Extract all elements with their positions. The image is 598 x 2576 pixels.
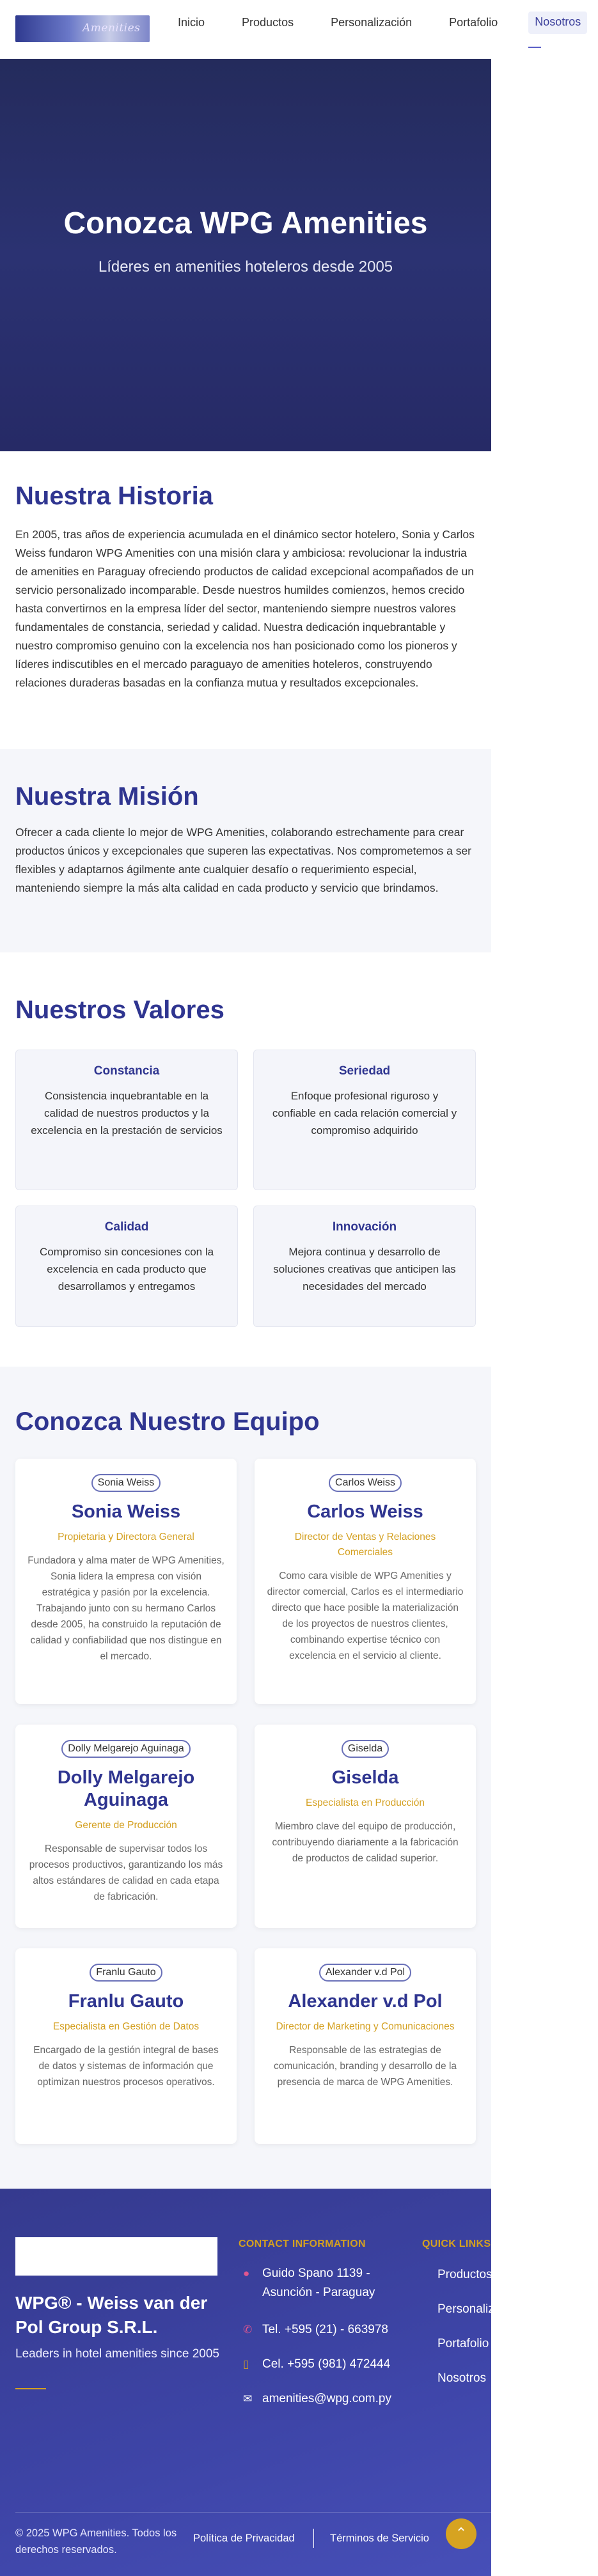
contact-heading: CONTACT INFORMATION bbox=[239, 2238, 366, 2249]
contact-mobile[interactable]: ▯ Cel. +595 (981) 472444 bbox=[243, 2355, 390, 2374]
nav-link-productos[interactable]: Productos bbox=[242, 16, 294, 29]
envelope-icon: ✉ bbox=[243, 2393, 253, 2405]
team-card: Sonia Weiss Sonia Weiss Propietaria y Di… bbox=[15, 1459, 237, 1704]
footer-accent-line bbox=[15, 2388, 46, 2389]
footer: WPG® - Weiss van der Pol Group S.R.L. Le… bbox=[0, 2189, 523, 2576]
mission-title: Nuestra Misión bbox=[15, 782, 199, 811]
nav-links: Inicio Productos Personalización Portafo… bbox=[178, 0, 598, 48]
team-member-role: Propietaria y Directora General bbox=[58, 1532, 194, 1542]
values-section: Nuestros Valores Constancia Consistencia… bbox=[0, 952, 491, 1367]
footer-logo[interactable] bbox=[15, 2237, 217, 2276]
page: Amenities Inicio Productos Personalizaci… bbox=[0, 0, 598, 2576]
team-member-name: Sonia Weiss bbox=[71, 1501, 181, 1522]
contact-phone-text: Tel. +595 (21) - 663978 bbox=[262, 2323, 388, 2336]
team-member-bio: Encargado de la gestión integral de base… bbox=[33, 2045, 219, 2088]
team-card: Alexander v.d Pol Alexander v.d Pol Dire… bbox=[255, 1948, 476, 2144]
team-member-role: Director de Marketing y Comunicaciones bbox=[276, 2021, 455, 2032]
team-photo: Giselda bbox=[341, 1740, 389, 1758]
value-card-title: Constancia bbox=[93, 1064, 160, 1078]
value-card-title: Calidad bbox=[104, 1220, 149, 1234]
team-member-role: Especialista en Producción bbox=[305, 1797, 425, 1808]
team-photo: Alexander v.d Pol bbox=[319, 1964, 412, 1982]
team-member-role: Gerente de Producción bbox=[75, 1820, 177, 1831]
chevron-up-icon: ⌃ bbox=[455, 2525, 468, 2541]
contact-phone[interactable]: ✆ Tel. +595 (21) - 663978 bbox=[243, 2320, 388, 2339]
value-card-seriedad: Seriedad Enfoque profesional riguroso y … bbox=[253, 1050, 476, 1190]
team-card: Giselda Giselda Especialista en Producci… bbox=[255, 1725, 476, 1928]
team-member-bio: Como cara visible de WPG Amenities y dir… bbox=[267, 1571, 464, 1661]
team-section: Conozca Nuestro Equipo Sonia Weiss Sonia… bbox=[0, 1367, 491, 2189]
team-card: Dolly Melgarejo Aguinaga Dolly Melgarejo… bbox=[15, 1725, 237, 1928]
values-title: Nuestros Valores bbox=[15, 996, 224, 1024]
team-member-bio: Responsable de supervisar todos los proc… bbox=[29, 1843, 223, 1902]
value-card-text: Enfoque profesional riguroso y confiable… bbox=[272, 1090, 457, 1137]
team-member-name: Dolly Melgarejo Aguinaga bbox=[57, 1767, 195, 1810]
contact-email-text: amenities@wpg.com.py bbox=[262, 2392, 391, 2405]
footer-link-separator bbox=[313, 2529, 314, 2548]
team-member-bio: Miembro clave del equipo de producción, … bbox=[272, 1821, 459, 1864]
phone-icon: ✆ bbox=[243, 2324, 253, 2336]
value-card-innovacion: Innovación Mejora continua y desarrollo … bbox=[253, 1206, 476, 1327]
copyright: © 2025 WPG Amenities. Todos los derechos… bbox=[15, 2527, 177, 2556]
contact-email[interactable]: ✉ amenities@wpg.com.py bbox=[243, 2389, 391, 2409]
value-card-title: Innovación bbox=[332, 1220, 397, 1234]
value-card-text: Consistencia inquebrantable en la calida… bbox=[31, 1090, 223, 1137]
top-navbar: Amenities Inicio Productos Personalizaci… bbox=[0, 0, 598, 59]
team-member-bio: Responsable de las estrategias de comuni… bbox=[273, 2045, 457, 2088]
team-photo: Dolly Melgarejo Aguinaga bbox=[61, 1740, 191, 1758]
value-card-calidad: Calidad Compromiso sin concesiones con l… bbox=[15, 1206, 238, 1327]
team-member-bio: Fundadora y alma mater de WPG Amenities,… bbox=[28, 1555, 224, 1662]
mission-text: Ofrecer a cada cliente lo mejor de WPG A… bbox=[15, 826, 472, 894]
nav-link-inicio[interactable]: Inicio bbox=[178, 16, 205, 29]
team-member-role: Especialista en Gestión de Datos bbox=[52, 2021, 200, 2032]
quick-links-heading: QUICK LINKS bbox=[422, 2238, 491, 2249]
value-card-constancia: Constancia Consistencia inquebrantable e… bbox=[15, 1050, 238, 1190]
hero-section: Conozca WPG Amenities Líderes en ameniti… bbox=[0, 59, 491, 451]
quick-link-portafolio[interactable]: Portafolio bbox=[437, 2337, 489, 2351]
privacy-link[interactable]: Política de Privacidad bbox=[193, 2533, 295, 2545]
history-section: Nuestra Historia En 2005, tras años de e… bbox=[0, 451, 491, 749]
history-text: En 2005, tras años de experiencia acumul… bbox=[15, 528, 475, 689]
team-member-name: Giselda bbox=[331, 1767, 399, 1788]
nav-link-portafolio[interactable]: Portafolio bbox=[449, 16, 498, 29]
team-card: Franlu Gauto Franlu Gauto Especialista e… bbox=[15, 1948, 237, 2144]
value-card-title: Seriedad bbox=[338, 1064, 391, 1078]
quick-link-personalizacion[interactable]: Personalización bbox=[437, 2302, 523, 2316]
nav-link-personalizacion[interactable]: Personalización bbox=[331, 16, 412, 29]
team-member-name: Alexander v.d Pol bbox=[288, 1991, 443, 2012]
team-photo: Franlu Gauto bbox=[90, 1964, 162, 1982]
quick-link-productos[interactable]: Productos bbox=[437, 2268, 492, 2282]
team-title: Conozca Nuestro Equipo bbox=[15, 1408, 320, 1436]
logo[interactable]: Amenities bbox=[15, 15, 150, 42]
footer-tagline: Leaders in hotel amenities since 2005 bbox=[15, 2347, 219, 2361]
team-member-name: Franlu Gauto bbox=[68, 1991, 184, 2012]
value-card-text: Mejora continua y desarrollo de solucion… bbox=[273, 1246, 456, 1292]
nav-link-nosotros[interactable]: Nosotros bbox=[528, 11, 588, 48]
team-member-role: Director de Ventas y Relaciones Comercia… bbox=[294, 1532, 436, 1558]
contact-address-text: Guido Spano 1139 - Asunción - Paraguay bbox=[262, 2267, 375, 2299]
logo-text: Amenities bbox=[83, 22, 141, 35]
team-photo: Sonia Weiss bbox=[91, 1474, 161, 1492]
quick-link-nosotros[interactable]: Nosotros bbox=[437, 2371, 486, 2386]
history-title: Nuestra Historia bbox=[15, 482, 213, 510]
contact-address: ● Guido Spano 1139 - Asunción - Paraguay bbox=[243, 2264, 377, 2302]
team-photo: Carlos Weiss bbox=[329, 1474, 402, 1492]
footer-divider bbox=[15, 2512, 491, 2513]
contact-mobile-text: Cel. +595 (981) 472444 bbox=[262, 2357, 391, 2371]
footer-company-name: WPG® - Weiss van der Pol Group S.R.L. bbox=[15, 2293, 208, 2337]
value-card-text: Compromiso sin concesiones con la excele… bbox=[39, 1246, 214, 1292]
team-card: Carlos Weiss Carlos Weiss Director de Ve… bbox=[255, 1459, 476, 1704]
mission-section: Nuestra Misión Ofrecer a cada cliente lo… bbox=[0, 749, 491, 952]
team-member-name: Carlos Weiss bbox=[307, 1501, 423, 1522]
map-pin-icon: ● bbox=[243, 2267, 250, 2279]
back-to-top-button[interactable]: ⌃ bbox=[446, 2518, 476, 2549]
mobile-icon: ▯ bbox=[243, 2358, 249, 2370]
hero-subtitle: Líderes en amenities hoteleros desde 200… bbox=[98, 258, 393, 275]
terms-link[interactable]: Términos de Servicio bbox=[330, 2533, 429, 2545]
hero-title: Conozca WPG Amenities bbox=[63, 206, 428, 240]
